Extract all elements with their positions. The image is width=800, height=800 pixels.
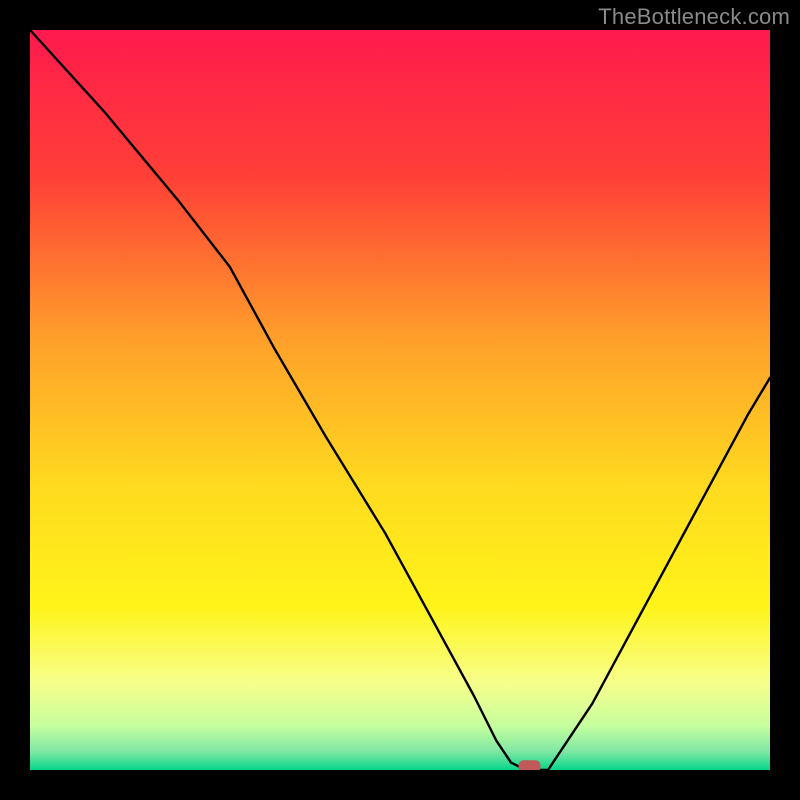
chart-container: TheBottleneck.com bbox=[0, 0, 800, 800]
chart-svg bbox=[30, 30, 770, 770]
plot-area bbox=[30, 30, 770, 770]
watermark-text: TheBottleneck.com bbox=[598, 4, 790, 30]
gradient-background bbox=[30, 30, 770, 770]
marker-point-icon bbox=[519, 760, 541, 770]
